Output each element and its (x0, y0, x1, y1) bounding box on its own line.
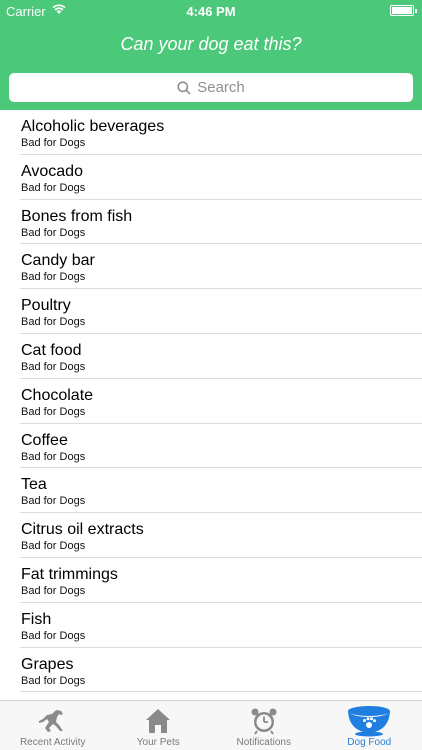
list-item[interactable]: Candy bar Bad for Dogs (0, 244, 422, 289)
food-status: Bad for Dogs (21, 450, 86, 463)
food-name: Candy bar (21, 252, 95, 270)
food-name: Alcoholic beverages (21, 118, 165, 135)
food-status: Bad for Dogs (21, 629, 86, 642)
list-item[interactable]: Cat food Bad for Dogs (0, 334, 422, 379)
status-bar: Carrier 4:46 PM (0, 0, 422, 22)
page-title: Can your dog eat this? (120, 34, 302, 54)
running-dog-icon (38, 710, 63, 732)
food-status: Bad for Dogs (21, 540, 86, 553)
search-placeholder: Search (197, 79, 245, 96)
alarm-clock-icon (251, 708, 277, 735)
food-status: Bad for Dogs (21, 271, 86, 284)
tab-label: Dog Food (347, 737, 392, 748)
tab-recent-activity[interactable]: Recent Activity (0, 701, 106, 750)
list-item[interactable]: Tea Bad for Dogs (0, 468, 422, 513)
search-icon (177, 80, 191, 95)
dog-bowl-icon (348, 706, 391, 737)
food-name: Fat trimmings (21, 565, 118, 583)
tab-dog-food[interactable]: Dog Food (317, 701, 422, 750)
tab-label: Notifications (236, 737, 291, 748)
food-name: Citrus oil extracts (21, 521, 144, 539)
tab-label: Recent Activity (19, 737, 86, 748)
list-item[interactable]: Fat trimmings Bad for Dogs (0, 558, 422, 603)
food-name: Cat food (21, 341, 82, 359)
tab-label: Your Pets (136, 737, 180, 748)
food-name: Poultry (21, 297, 71, 315)
clock-time: 4:46 PM (186, 4, 236, 19)
food-name: Coffee (21, 431, 68, 449)
tab-notifications[interactable]: Notifications (211, 701, 317, 750)
list-item[interactable]: Fish Bad for Dogs (0, 603, 422, 648)
food-status: Bad for Dogs (21, 181, 86, 194)
food-status: Bad for Dogs (21, 405, 86, 418)
food-status: Bad for Dogs (21, 137, 86, 149)
list-item[interactable]: Avocado Bad for Dogs (0, 155, 422, 200)
list-item[interactable]: Poultry Bad for Dogs (0, 289, 422, 334)
food-list: Alcoholic beverages Bad for Dogs Avocado B… (0, 110, 422, 700)
list-item[interactable]: Chocolate Bad for Dogs (0, 379, 422, 424)
list-item[interactable]: Grapes Bad for Dogs (0, 648, 422, 693)
list-item[interactable]: Coffee Bad for Dogs (0, 424, 422, 469)
food-status: Bad for Dogs (21, 584, 86, 597)
search-input[interactable]: Search (9, 73, 413, 102)
food-name: Avocado (21, 162, 83, 180)
list-item[interactable]: Alcoholic beverages Bad for Dogs (0, 110, 422, 155)
food-name: Bones from fish (21, 207, 133, 225)
food-name: Grapes (21, 655, 74, 673)
tab-bar: Recent Activity Your Pets Notifications (0, 700, 422, 750)
food-status: Bad for Dogs (21, 226, 86, 239)
tab-your-pets[interactable]: Your Pets (106, 701, 212, 750)
food-status: Bad for Dogs (21, 360, 86, 373)
food-status: Bad for Dogs (21, 495, 86, 508)
food-name: Fish (21, 610, 52, 628)
food-name: Tea (21, 476, 47, 494)
app-header: Carrier 4:46 PM Can your dog eat this? S… (0, 0, 422, 110)
food-status: Bad for Dogs (21, 674, 86, 687)
food-name: Chocolate (21, 386, 94, 404)
food-status: Bad for Dogs (21, 316, 86, 329)
list-item[interactable]: Citrus oil extracts Bad for Dogs (0, 513, 422, 558)
list-item[interactable]: Bones from fish Bad for Dogs (0, 200, 422, 245)
battery-icon (390, 5, 417, 16)
house-icon (146, 709, 171, 733)
